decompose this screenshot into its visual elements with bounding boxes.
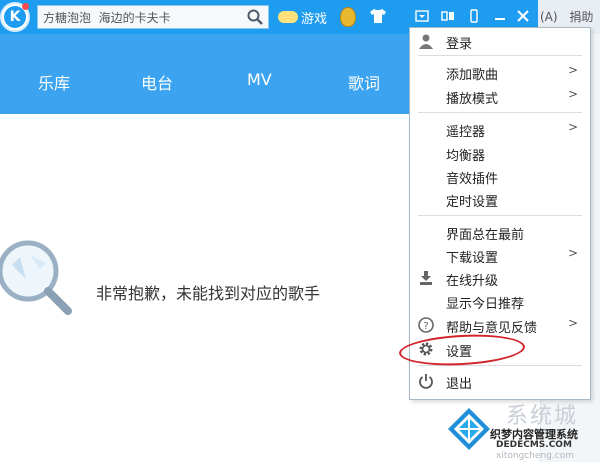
donate-link[interactable]: 捐助 bbox=[569, 10, 593, 24]
menu-item-online-update[interactable]: 在线升级 bbox=[410, 267, 590, 289]
watermark-url: xitongcheng.com bbox=[496, 451, 574, 461]
menu-label: 在线升级 bbox=[446, 274, 499, 289]
menu-item-add-songs[interactable]: 添加歌曲 > bbox=[410, 61, 590, 83]
search-box bbox=[37, 5, 269, 29]
menu-divider bbox=[418, 215, 582, 216]
submenu-arrow-icon: > bbox=[567, 316, 578, 330]
menu-label: 定时设置 bbox=[446, 195, 499, 210]
menu-item-help-feedback[interactable]: ? 帮助与意见反馈 > bbox=[410, 314, 590, 336]
menu-label: 均衡器 bbox=[446, 149, 486, 164]
magnifier-icon bbox=[0, 240, 72, 315]
menu-label: 帮助与意见反馈 bbox=[446, 321, 538, 336]
menu-item-sound-plugins[interactable]: 音效插件 bbox=[410, 165, 590, 187]
svg-text:?: ? bbox=[423, 321, 428, 332]
menu-item-always-on-top[interactable]: 界面总在最前 bbox=[410, 221, 590, 243]
kugou-window: K 游戏 bbox=[0, 0, 600, 462]
skin-shirt-icon[interactable] bbox=[370, 9, 386, 23]
nav-tab-lyrics[interactable]: 歌词 bbox=[348, 70, 380, 94]
menu-item-equalizer[interactable]: 均衡器 bbox=[410, 142, 590, 164]
gamepad-icon bbox=[278, 11, 298, 23]
notification-dot bbox=[22, 3, 29, 10]
watermark: 系统城 织梦内容管理系统 DEDECMS.COM xitongcheng.com bbox=[446, 398, 600, 462]
menu-item-download-settings[interactable]: 下载设置 > bbox=[410, 244, 590, 266]
menu-label: 界面总在最前 bbox=[446, 228, 525, 243]
menu-item-timer[interactable]: 定时设置 bbox=[410, 188, 590, 210]
game-label: 游戏 bbox=[301, 11, 328, 27]
submenu-arrow-icon: > bbox=[567, 87, 578, 101]
nav-tab-radio[interactable]: 电台 bbox=[141, 70, 173, 94]
nav-tab-library[interactable]: 乐库 bbox=[38, 70, 70, 94]
search-input[interactable] bbox=[38, 6, 238, 28]
menu-item-exit[interactable]: 退出 bbox=[410, 370, 590, 392]
power-icon bbox=[419, 374, 433, 389]
submenu-arrow-icon: > bbox=[567, 120, 578, 134]
empty-state-message: 非常抱歉，未能找到对应的歌手 bbox=[96, 284, 321, 303]
menu-item-login[interactable]: 登录 bbox=[410, 30, 590, 52]
submenu-arrow-icon: > bbox=[567, 246, 578, 260]
mini-mode-icon[interactable] bbox=[441, 9, 455, 23]
minimize-icon[interactable] bbox=[493, 9, 507, 23]
nav-tab-mv[interactable]: MV bbox=[247, 70, 272, 89]
submenu-arrow-icon: > bbox=[567, 63, 578, 77]
menu-item-play-mode[interactable]: 播放模式 > bbox=[410, 85, 590, 107]
windows-logo-icon bbox=[448, 408, 490, 450]
menu-label: 添加歌曲 bbox=[446, 68, 499, 83]
menu-item-remote[interactable]: 遥控器 > bbox=[410, 118, 590, 140]
menu-dropdown-icon[interactable] bbox=[415, 9, 429, 23]
download-icon bbox=[420, 271, 432, 285]
menu-item-daily-recommend[interactable]: 显示今日推荐 bbox=[410, 290, 590, 312]
watermark-domain: DEDECMS.COM bbox=[496, 440, 572, 450]
money-bag-icon[interactable] bbox=[340, 7, 356, 27]
menu-label: 退出 bbox=[446, 377, 473, 392]
game-button[interactable]: 游戏 bbox=[278, 8, 328, 27]
menu-label: 遥控器 bbox=[446, 125, 486, 140]
menu-label: 音效插件 bbox=[446, 172, 499, 187]
corner-label: (A) bbox=[540, 10, 558, 24]
help-icon: ? bbox=[418, 317, 434, 333]
menu-label: 显示今日推荐 bbox=[446, 297, 525, 312]
user-icon bbox=[419, 34, 433, 49]
phone-icon[interactable] bbox=[467, 9, 481, 23]
menu-divider bbox=[418, 55, 582, 56]
menu-label: 播放模式 bbox=[446, 92, 499, 107]
menu-label: 登录 bbox=[446, 37, 473, 52]
close-icon[interactable] bbox=[516, 9, 530, 23]
menu-label: 下载设置 bbox=[446, 251, 499, 266]
menu-divider bbox=[418, 112, 582, 113]
search-icon[interactable] bbox=[246, 8, 264, 26]
